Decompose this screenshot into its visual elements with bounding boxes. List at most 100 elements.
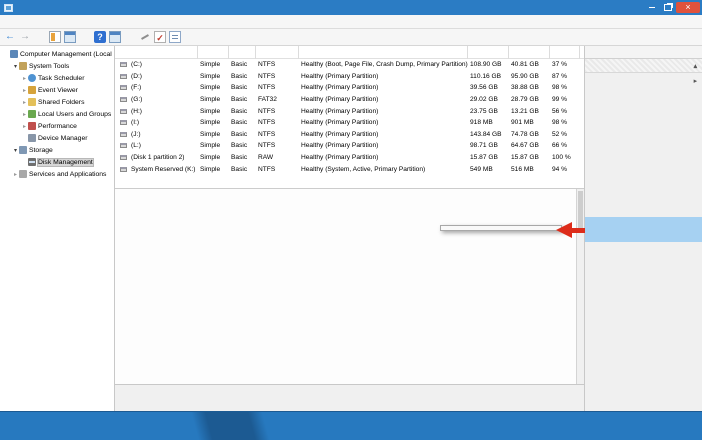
tree-item[interactable]: Services and Applications (0, 168, 114, 180)
tree-item-label: Performance (38, 123, 77, 130)
details-icon[interactable] (169, 31, 181, 43)
expander-icon[interactable] (12, 147, 19, 154)
volume-list-header (115, 46, 584, 59)
column-header-freespace[interactable] (509, 46, 550, 59)
column-header-volume[interactable] (118, 46, 198, 59)
menu-item[interactable] (3, 15, 15, 29)
users-icon (28, 110, 36, 118)
annotation-callout (585, 217, 702, 242)
action-pane-icon[interactable] (109, 31, 121, 43)
tree-item[interactable]: Computer Management (Local (0, 48, 114, 60)
column-header-layout[interactable] (198, 46, 229, 59)
tree-item[interactable]: Device Manager (0, 132, 114, 144)
volume-row[interactable]: (F:) Simple Basic NTFS Healthy (Primary … (115, 82, 584, 94)
properties-icon[interactable] (64, 31, 76, 43)
app-icon (4, 4, 13, 12)
tree-item-label: Storage (29, 147, 53, 154)
tree-item[interactable]: Local Users and Groups (0, 108, 114, 120)
restore-button[interactable] (660, 2, 676, 13)
tree-item-label: Local Users and Groups (38, 111, 111, 118)
tree-item-label: System Tools (29, 63, 69, 70)
context-menu (440, 225, 562, 231)
disk-management-window: × Computer Management (Local System Tool… (0, 0, 702, 412)
volume-row[interactable]: (L:) Simple Basic NTFS Healthy (Primary … (115, 140, 584, 152)
volume-row[interactable]: (C:) Simple Basic NTFS Healthy (Boot, Pa… (115, 59, 584, 71)
system-tools-icon (19, 62, 27, 70)
expander-icon[interactable] (21, 123, 28, 130)
tree-item[interactable]: Task Scheduler (0, 72, 114, 84)
menu-item[interactable] (15, 15, 27, 29)
refresh-icon[interactable] (139, 31, 151, 43)
expander-icon[interactable] (12, 171, 19, 178)
tree-item-label: Device Manager (38, 135, 88, 142)
volume-icon (120, 167, 127, 172)
menu-bar (0, 15, 702, 29)
volume-row[interactable]: System Reserved (K:) Simple Basic NTFS H… (115, 163, 584, 175)
storage-icon (19, 146, 27, 154)
annotation-arrow-icon (556, 222, 572, 238)
volume-icon (120, 143, 127, 148)
expander-icon[interactable] (12, 63, 19, 70)
more-actions[interactable] (585, 73, 702, 89)
column-header-status[interactable] (299, 46, 468, 59)
expander-icon[interactable] (21, 111, 28, 118)
expander-icon[interactable] (21, 75, 28, 82)
menu-item[interactable] (39, 15, 51, 29)
volume-icon (120, 85, 127, 90)
actions-header (585, 46, 702, 59)
volume-row[interactable]: (G:) Simple Basic FAT32 Healthy (Primary… (115, 94, 584, 106)
tree-item[interactable]: Event Viewer (0, 84, 114, 96)
tree-item-label: Shared Folders (38, 99, 84, 106)
tree-item[interactable]: Shared Folders (0, 96, 114, 108)
tree-item[interactable]: Disk Management (0, 156, 114, 168)
title-bar[interactable]: × (0, 0, 702, 15)
separator[interactable] (79, 31, 91, 43)
tree-item-label: Computer Management (Local (20, 51, 112, 58)
close-button[interactable]: × (676, 2, 700, 13)
graph-scrollbar[interactable] (576, 189, 584, 384)
minimize-button[interactable] (644, 2, 660, 13)
separator[interactable] (34, 31, 46, 43)
column-header-type[interactable] (229, 46, 256, 59)
graphical-view (115, 188, 584, 384)
tree-item[interactable]: Storage (0, 144, 114, 156)
menu-item[interactable] (27, 15, 39, 29)
event-viewer-icon (28, 86, 36, 94)
volume-row[interactable]: (J:) Simple Basic NTFS Healthy (Primary … (115, 129, 584, 141)
back-icon[interactable] (4, 31, 16, 43)
volume-row[interactable]: (Disk 1 partition 2) Simple Basic RAW He… (115, 152, 584, 164)
tree-item[interactable]: System Tools (0, 60, 114, 72)
performance-icon (28, 122, 36, 130)
volume-list: (C:) Simple Basic NTFS Healthy (Boot, Pa… (115, 46, 584, 188)
column-header-pctfree[interactable] (550, 46, 580, 59)
console-tree-icon[interactable] (49, 31, 61, 43)
shared-folders-icon (28, 98, 36, 106)
volume-icon (120, 97, 127, 102)
expander-icon[interactable] (21, 87, 28, 94)
task-scheduler-icon (28, 74, 36, 82)
tree-item-label: Event Viewer (38, 87, 78, 94)
console-tree-panel: Computer Management (Local System Tools … (0, 46, 115, 411)
collapse-icon[interactable] (694, 62, 697, 70)
actions-group-disk-management[interactable] (585, 59, 702, 73)
expander-icon[interactable] (21, 99, 28, 106)
legend (115, 384, 584, 397)
column-header-filesystem[interactable] (256, 46, 299, 59)
volume-icon (120, 62, 127, 67)
help-icon[interactable] (94, 31, 106, 43)
volume-icon (120, 120, 127, 125)
volume-row[interactable]: (I:) Simple Basic NTFS Healthy (Primary … (115, 117, 584, 129)
separator[interactable] (124, 31, 136, 43)
volume-row[interactable]: (H:) Simple Basic NTFS Healthy (Primary … (115, 105, 584, 117)
volume-icon (120, 109, 127, 114)
scrollbar-thumb[interactable] (578, 191, 583, 231)
volume-rows: (C:) Simple Basic NTFS Healthy (Boot, Pa… (115, 59, 584, 175)
tree-item[interactable]: Performance (0, 120, 114, 132)
annotation-arrow-tail (572, 228, 586, 233)
taskbar (0, 412, 702, 440)
volume-row[interactable]: (D:) Simple Basic NTFS Healthy (Primary … (115, 71, 584, 83)
forward-icon[interactable] (19, 31, 31, 43)
column-header-capacity[interactable] (468, 46, 509, 59)
rescan-disks-icon[interactable] (154, 31, 166, 43)
volume-icon (120, 132, 127, 137)
